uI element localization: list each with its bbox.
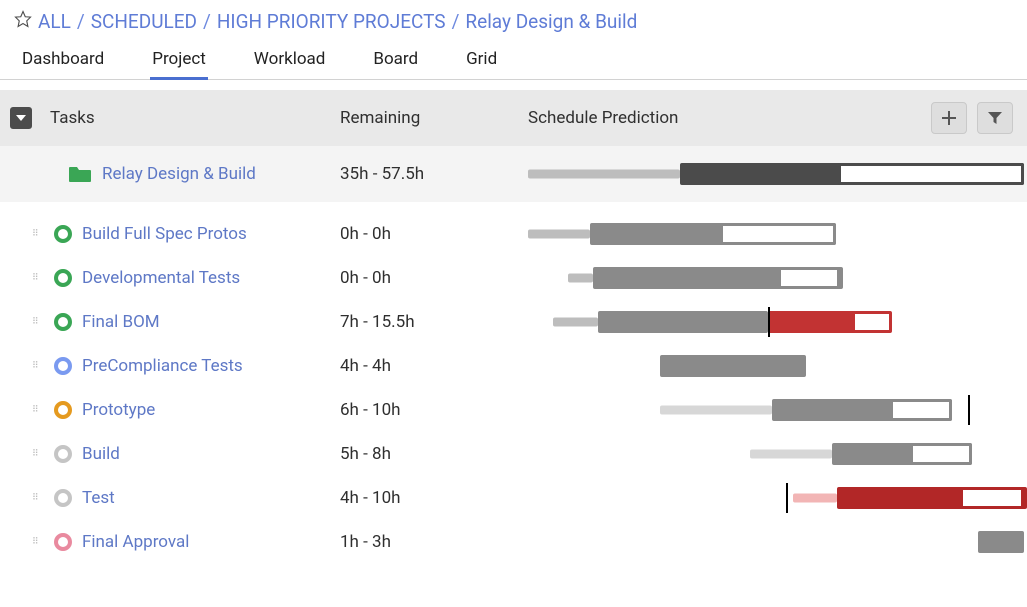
task-remaining: 1h - 3h [340, 532, 528, 552]
task-name[interactable]: Developmental Tests [82, 268, 240, 288]
expand-all-button[interactable] [10, 107, 32, 129]
table-header-row: Tasks Remaining Schedule Prediction [0, 90, 1027, 146]
status-dot-icon [54, 533, 72, 551]
task-name[interactable]: PreCompliance Tests [82, 356, 243, 376]
tab-workload[interactable]: Workload [252, 43, 328, 79]
schedule-bar [528, 212, 1013, 256]
drag-handle-icon[interactable]: ⠿ [32, 364, 44, 369]
schedule-bar [528, 256, 1013, 300]
task-row[interactable]: ⠿ Final BOM 7h - 15.5h [0, 300, 1027, 344]
task-name[interactable]: Test [82, 488, 115, 508]
task-row[interactable]: ⠿ PreCompliance Tests 4h - 4h [0, 344, 1027, 388]
tab-board[interactable]: Board [371, 43, 420, 79]
schedule-bar [528, 432, 1013, 476]
task-remaining: 7h - 15.5h [340, 312, 528, 332]
task-name[interactable]: Final Approval [82, 532, 189, 552]
task-row[interactable]: ⠿ Test 4h - 10h [0, 476, 1027, 520]
task-remaining: 0h - 0h [340, 224, 528, 244]
status-dot-icon [54, 357, 72, 375]
task-remaining: 4h - 4h [340, 356, 528, 376]
breadcrumb-link-high-priority[interactable]: HIGH PRIORITY PROJECTS [217, 10, 446, 33]
task-name[interactable]: Prototype [82, 400, 155, 420]
status-dot-icon [54, 225, 72, 243]
schedule-bar [528, 300, 1013, 344]
breadcrumb-link-all[interactable]: ALL [38, 10, 71, 33]
tab-project[interactable]: Project [150, 43, 208, 79]
task-row[interactable]: ⠿ Build Full Spec Protos 0h - 0h [0, 212, 1027, 256]
task-remaining: 4h - 10h [340, 488, 528, 508]
status-dot-icon [54, 489, 72, 507]
task-row[interactable]: ⠿ Developmental Tests 0h - 0h [0, 256, 1027, 300]
task-row[interactable]: ⠿ Final Approval 1h - 3h [0, 520, 1027, 564]
task-name[interactable]: Final BOM [82, 312, 160, 332]
column-header-remaining: Remaining [340, 108, 528, 128]
task-row[interactable]: ⠿ Prototype 6h - 10h [0, 388, 1027, 432]
task-row[interactable]: ⠿ Build 5h - 8h [0, 432, 1027, 476]
project-remaining: 35h - 57.5h [340, 164, 528, 184]
task-remaining: 0h - 0h [340, 268, 528, 288]
breadcrumb-link-scheduled[interactable]: SCHEDULED [91, 10, 197, 33]
breadcrumb-sep: / [203, 10, 211, 33]
task-name[interactable]: Build Full Spec Protos [82, 224, 247, 244]
add-task-button[interactable] [931, 102, 967, 134]
task-name[interactable]: Build [82, 444, 120, 464]
filter-button[interactable] [977, 102, 1013, 134]
star-outline-icon[interactable] [14, 10, 32, 33]
breadcrumb-sep: / [77, 10, 85, 33]
breadcrumb: ALL / SCHEDULED / HIGH PRIORITY PROJECTS… [0, 0, 1027, 39]
drag-handle-icon[interactable]: ⠿ [32, 232, 44, 237]
schedule-bar [528, 344, 1013, 388]
status-dot-icon [54, 313, 72, 331]
project-name[interactable]: Relay Design & Build [102, 164, 256, 184]
schedule-bar [528, 476, 1013, 520]
tab-bar: Dashboard Project Workload Board Grid [0, 39, 1027, 80]
status-dot-icon [54, 401, 72, 419]
schedule-bar-project [528, 146, 1013, 202]
schedule-bar [528, 388, 1013, 432]
status-dot-icon [54, 269, 72, 287]
drag-handle-icon[interactable]: ⠿ [32, 496, 44, 501]
drag-handle-icon[interactable]: ⠿ [32, 276, 44, 281]
task-remaining: 6h - 10h [340, 400, 528, 420]
breadcrumb-link-current[interactable]: Relay Design & Build [465, 10, 637, 33]
folder-icon [68, 164, 92, 184]
column-header-schedule: Schedule Prediction [528, 108, 931, 128]
status-dot-icon [54, 445, 72, 463]
schedule-bar [528, 520, 1013, 564]
drag-handle-icon[interactable]: ⠿ [32, 452, 44, 457]
tab-dashboard[interactable]: Dashboard [20, 43, 106, 79]
breadcrumb-sep: / [452, 10, 460, 33]
drag-handle-icon[interactable]: ⠿ [32, 540, 44, 545]
drag-handle-icon[interactable]: ⠿ [32, 320, 44, 325]
column-header-tasks: Tasks [50, 108, 340, 128]
drag-handle-icon[interactable]: ⠿ [32, 408, 44, 413]
project-row[interactable]: Relay Design & Build 35h - 57.5h [0, 146, 1027, 202]
task-remaining: 5h - 8h [340, 444, 528, 464]
tab-grid[interactable]: Grid [464, 43, 499, 79]
